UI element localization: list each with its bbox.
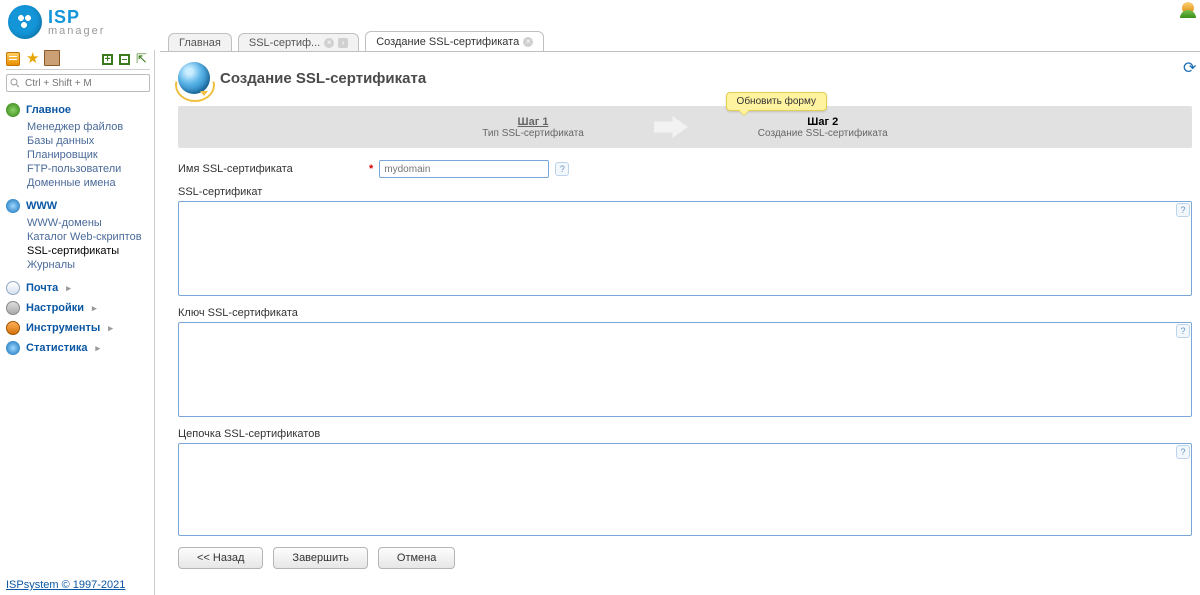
page-title-bar: Создание SSL-сертификата — [178, 62, 1192, 94]
tab-label: Создание SSL-сертификата — [376, 36, 519, 48]
label-ssl-chain: Цепочка SSL-сертификатов — [178, 428, 1192, 440]
sidebar-toolbar: ★ ⇱ — [6, 52, 150, 70]
tooltip: Обновить форму — [726, 92, 827, 111]
nav-group-settings[interactable]: Настройки ▸ — [6, 298, 150, 318]
button-bar: << Назад Завершить Отмена — [178, 547, 1192, 569]
list-icon[interactable] — [6, 52, 20, 66]
input-ssl-name[interactable] — [379, 160, 549, 178]
close-icon[interactable]: × — [523, 37, 533, 47]
tab-home[interactable]: Главная — [168, 33, 232, 51]
menu-search — [6, 74, 150, 92]
label-ssl-key: Ключ SSL-сертификата — [178, 307, 1192, 319]
chevron-right-icon: ▸ — [96, 343, 101, 354]
tab-label: Главная — [179, 37, 221, 49]
expand-all-icon[interactable] — [102, 54, 113, 65]
home-icon — [6, 103, 20, 117]
user-icon — [1182, 2, 1194, 14]
help-icon[interactable]: ? — [1176, 445, 1190, 459]
step-number: Шаг 1 — [482, 116, 584, 128]
nav-group-title: Настройки — [26, 302, 84, 314]
user-area[interactable] — [1182, 2, 1200, 14]
copy-icon[interactable] — [46, 52, 60, 66]
logo-text: ISP manager — [48, 7, 105, 37]
step-2: Шаг 2 Создание SSL-сертификата — [758, 116, 888, 139]
nav-group-www[interactable]: WWW — [6, 196, 150, 216]
required-mark: * — [363, 163, 379, 175]
collapse-all-icon[interactable] — [119, 54, 130, 65]
main-area: Главная SSL-сертиф... × › Создание SSL-с… — [160, 30, 1200, 595]
sidebar: ★ ⇱ Главное Менеджер файлов Базы данных … — [0, 50, 155, 595]
tab-label: SSL-сертиф... — [249, 37, 320, 49]
tools-icon — [6, 321, 20, 335]
help-icon[interactable]: ? — [555, 162, 569, 176]
row-ssl-name: Имя SSL-сертификата * ? — [178, 160, 1192, 178]
nav-item-web-scripts[interactable]: Каталог Web-скриптов — [27, 230, 150, 244]
label-ssl-name: Имя SSL-сертификата — [178, 163, 363, 175]
tab-bar: Главная SSL-сертиф... × › Создание SSL-с… — [160, 30, 1200, 52]
nav-group-main[interactable]: Главное — [6, 100, 150, 120]
arrow-icon — [654, 110, 688, 144]
nav-group-mail[interactable]: Почта ▸ — [6, 278, 150, 298]
back-button[interactable]: << Назад — [178, 547, 263, 569]
nav-item-files[interactable]: Менеджер файлов — [27, 120, 150, 134]
globe-icon — [178, 62, 210, 94]
stats-icon — [6, 341, 20, 355]
nav-group-stats[interactable]: Статистика ▸ — [6, 338, 150, 358]
help-icon[interactable]: ? — [1176, 324, 1190, 338]
close-icon[interactable]: × — [324, 38, 334, 48]
refresh-icon[interactable]: ⟳ — [1183, 61, 1199, 77]
cancel-button[interactable]: Отмена — [378, 547, 455, 569]
nav-group-title: Почта — [26, 282, 58, 294]
copyright[interactable]: ISPsystem © 1997-2021 — [6, 579, 125, 591]
chevron-right-icon: ▸ — [66, 283, 71, 294]
textarea-ssl-chain[interactable] — [178, 443, 1192, 536]
nav-item-scheduler[interactable]: Планировщик — [27, 148, 150, 162]
page-title: Создание SSL-сертификата — [220, 70, 426, 87]
tab-ssl-list[interactable]: SSL-сертиф... × › — [238, 33, 359, 51]
nav-group-title: Инструменты — [26, 322, 100, 334]
settings-icon — [6, 301, 20, 315]
app-logo: ISP manager — [8, 5, 105, 39]
search-input[interactable] — [6, 74, 150, 92]
content: Создание SSL-сертификата Обновить форму … — [160, 52, 1200, 577]
nav-group-title: Главное — [26, 104, 71, 116]
nav-group-title: WWW — [26, 200, 57, 212]
nav-item-domains[interactable]: Доменные имена — [27, 176, 150, 190]
globe-icon — [6, 199, 20, 213]
nav-group-tools[interactable]: Инструменты ▸ — [6, 318, 150, 338]
textarea-ssl-cert[interactable] — [178, 201, 1192, 296]
nav-item-ftp[interactable]: FTP-пользователи — [27, 162, 150, 176]
step-desc: Тип SSL-сертификата — [482, 128, 584, 139]
chevron-right-icon[interactable]: › — [338, 38, 348, 48]
help-icon[interactable]: ? — [1176, 203, 1190, 217]
step-number: Шаг 2 — [758, 116, 888, 128]
step-desc: Создание SSL-сертификата — [758, 128, 888, 139]
mail-icon — [6, 281, 20, 295]
chevron-right-icon: ▸ — [92, 303, 97, 314]
nav-item-logs[interactable]: Журналы — [27, 258, 150, 272]
nav-item-www-domains[interactable]: WWW-домены — [27, 216, 150, 230]
textarea-ssl-key[interactable] — [178, 322, 1192, 417]
star-icon[interactable]: ★ — [26, 52, 40, 66]
nav-group-title: Статистика — [26, 342, 88, 354]
step-bar: Обновить форму Шаг 1 Тип SSL-сертификата… — [178, 106, 1192, 148]
finish-button[interactable]: Завершить — [273, 547, 367, 569]
label-ssl-cert: SSL-сертификат — [178, 186, 1192, 198]
chevron-right-icon: ▸ — [108, 323, 113, 334]
tab-ssl-create[interactable]: Создание SSL-сертификата × — [365, 31, 544, 51]
nav-item-ssl[interactable]: SSL-сертификаты — [27, 244, 150, 258]
pin-icon[interactable]: ⇱ — [136, 52, 150, 66]
logo-icon — [8, 5, 42, 39]
step-1[interactable]: Шаг 1 Тип SSL-сертификата — [482, 116, 584, 139]
nav-item-databases[interactable]: Базы данных — [27, 134, 150, 148]
